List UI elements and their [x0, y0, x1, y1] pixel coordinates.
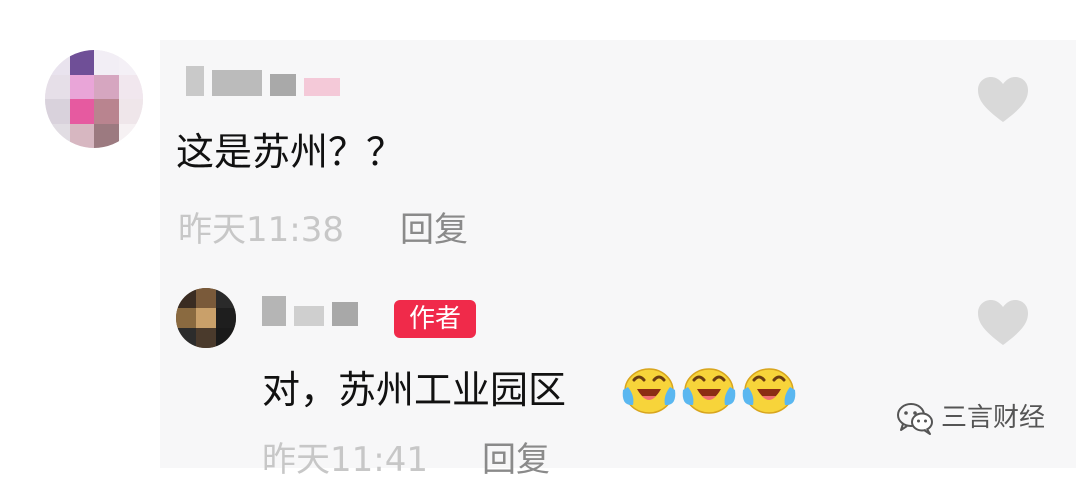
watermark-text: 三言财经 — [941, 403, 1046, 433]
emoji-group — [620, 364, 798, 416]
username-obscured[interactable] — [262, 296, 358, 326]
wechat-icon — [897, 403, 933, 435]
heart-icon[interactable] — [975, 298, 1031, 348]
avatar[interactable] — [176, 288, 236, 348]
crying-laughing-emoji — [682, 368, 736, 414]
heart-icon[interactable] — [975, 75, 1031, 125]
watermark: 三言财经 — [895, 400, 1045, 436]
reply-button[interactable]: 回复 — [482, 440, 550, 480]
comment-text: 这是苏州？？ — [176, 130, 405, 174]
author-badge: 作者 — [394, 300, 476, 338]
username-obscured[interactable] — [186, 66, 340, 96]
comment-time: 昨天11:38 — [178, 210, 344, 250]
reply-button[interactable]: 回复 — [400, 210, 468, 250]
comment-text: 对，苏州工业园区 — [262, 368, 567, 412]
avatar[interactable] — [45, 50, 143, 148]
crying-laughing-emoji — [742, 368, 796, 414]
comment-time: 昨天11:41 — [262, 440, 428, 480]
crying-laughing-emoji — [622, 368, 676, 414]
